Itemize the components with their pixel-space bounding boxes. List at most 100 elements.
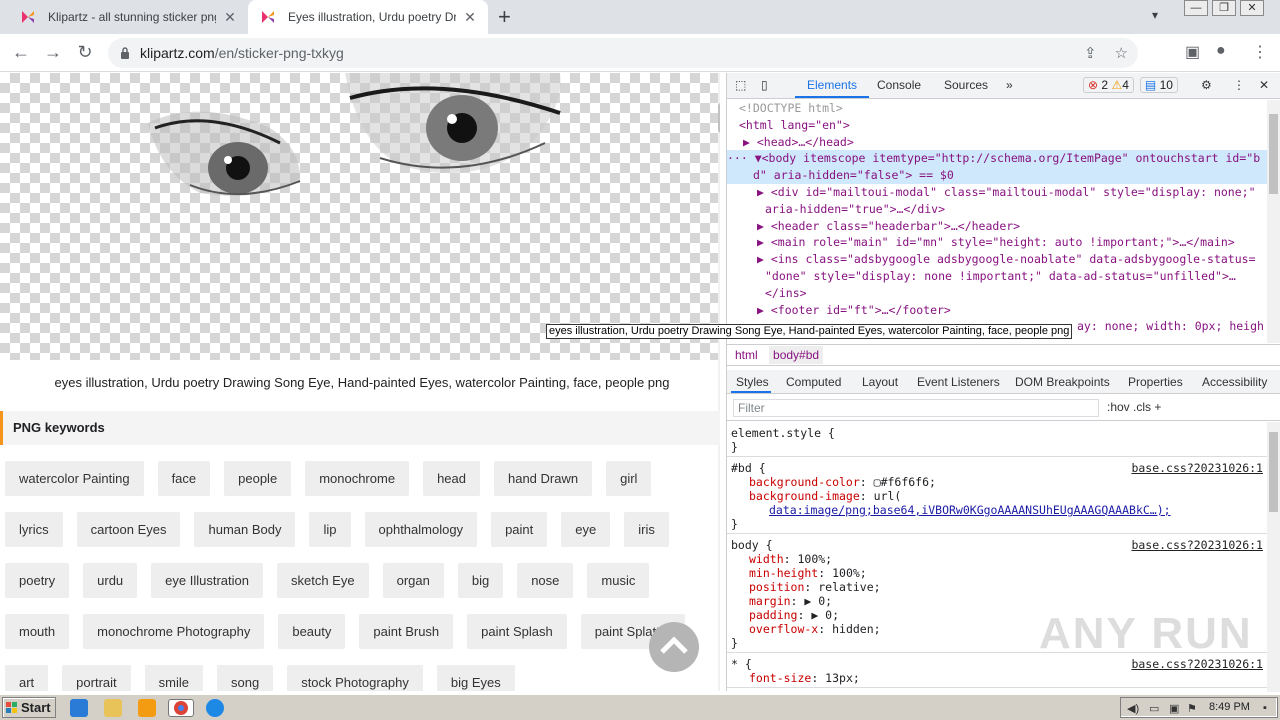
keyword-tag[interactable]: portrait <box>62 665 131 691</box>
network-icon[interactable]: ▭ <box>1149 702 1159 715</box>
dom-node-line[interactable]: ▶ <footer id="ft">…</footer> <box>727 302 1267 319</box>
css-rule[interactable]: element.style {} <box>727 422 1267 457</box>
tab-console[interactable]: Console <box>877 78 921 92</box>
ie-icon[interactable] <box>70 699 88 717</box>
error-warning-badge[interactable]: ⊗ 2 ⚠4 <box>1083 77 1134 93</box>
keyword-tag[interactable]: watercolor Painting <box>5 461 144 496</box>
dom-node-line[interactable]: <html lang="en"> <box>727 117 1267 134</box>
css-rule[interactable]: #bd {base.css?20231026:1 background-color… <box>727 457 1267 534</box>
browser-tab-1[interactable]: Klipartz - all stunning sticker png ima … <box>8 0 248 34</box>
browser-menu-icon[interactable]: ⋮ <box>1252 42 1268 62</box>
keyword-tag[interactable]: poetry <box>5 563 70 598</box>
styles-filter-input[interactable]: Filter <box>733 399 1099 417</box>
keyword-tag[interactable]: human Body <box>194 512 296 547</box>
close-tab-icon[interactable]: ✕ <box>222 9 238 26</box>
start-button[interactable]: Start <box>2 697 56 718</box>
keyword-tag[interactable]: song <box>216 665 274 691</box>
keyword-tag[interactable]: art <box>5 665 49 691</box>
css-property[interactable]: data:image/png;base64,iVBORw0KGgoAAAANSU… <box>731 503 1263 517</box>
keyword-tag[interactable]: mouth <box>5 614 70 649</box>
settings-gear-icon[interactable]: ⚙ <box>1201 78 1212 92</box>
dom-node-line[interactable]: d" aria-hidden="false"> == $0 <box>727 167 1267 184</box>
css-property[interactable]: background-image: url( <box>731 489 1263 503</box>
keyword-tag[interactable]: paint Brush <box>359 614 454 649</box>
maximize-icon[interactable]: ❐ <box>1212 0 1236 16</box>
keyword-tag[interactable]: eye Illustration <box>151 563 263 598</box>
media-player-icon[interactable] <box>138 699 156 717</box>
styles-scrollbar[interactable] <box>1267 422 1280 692</box>
tab-accessibility[interactable]: Accessibility <box>1202 375 1267 389</box>
address-bar[interactable]: klipartz.com/en/sticker-png-txkyg ⇪ ☆ <box>108 38 1138 68</box>
reload-icon[interactable]: ↻ <box>74 42 96 63</box>
issue-counters[interactable]: ⊗ 2 ⚠4 ▤ 10 <box>1083 77 1178 93</box>
bookmark-star-icon[interactable]: ☆ <box>1115 44 1128 62</box>
keyword-tag[interactable]: lyrics <box>5 512 63 547</box>
dom-node-line[interactable]: "done" style="display: none !important;"… <box>727 268 1267 285</box>
keyword-tag[interactable]: head <box>423 461 480 496</box>
devtools-menu-icon[interactable]: ⋮ <box>1233 78 1245 92</box>
keyword-tag[interactable]: sketch Eye <box>277 563 369 598</box>
breadcrumb-html[interactable]: html <box>735 348 758 362</box>
keyword-tag[interactable]: monochrome Photography <box>83 614 265 649</box>
css-property[interactable]: margin: ▶ 0; <box>731 594 1263 608</box>
keyword-tag[interactable]: hand Drawn <box>493 461 593 496</box>
tab-sources[interactable]: Sources <box>944 78 988 92</box>
tab-dom-breakpoints[interactable]: DOM Breakpoints <box>1015 375 1110 389</box>
keyword-tag[interactable]: organ <box>382 563 444 598</box>
browser-tab-2[interactable]: Eyes illustration, Urdu poetry Drawin ✕ <box>248 0 488 34</box>
tab-event-listeners[interactable]: Event Listeners <box>917 375 1000 389</box>
chrome-taskbar-icon[interactable] <box>168 699 194 717</box>
minimize-icon[interactable]: — <box>1184 0 1208 16</box>
new-tab-button[interactable]: + <box>498 5 511 29</box>
edge-icon[interactable] <box>206 699 224 717</box>
keyword-tag[interactable]: lip <box>309 512 351 547</box>
profile-avatar-icon[interactable]: ● <box>1216 42 1226 60</box>
tab-computed[interactable]: Computed <box>786 375 841 389</box>
tab-elements[interactable]: Elements <box>807 78 857 92</box>
messages-badge[interactable]: ▤ 10 <box>1139 77 1178 93</box>
css-property[interactable]: min-height: 100%; <box>731 566 1263 580</box>
keyword-tag[interactable]: cartoon Eyes <box>76 512 181 547</box>
volume-icon[interactable]: ◀) <box>1127 702 1139 715</box>
device-toolbar-icon[interactable]: ▯ <box>761 78 768 92</box>
dom-node-line[interactable]: aria-hidden="true">…</div> <box>727 201 1267 218</box>
more-tabs-icon[interactable]: » <box>1006 78 1013 92</box>
css-property[interactable]: position: relative; <box>731 580 1263 594</box>
keyword-tag[interactable]: nose <box>517 563 574 598</box>
keyword-tag[interactable]: paint Splash <box>467 614 567 649</box>
keyword-tag[interactable]: ophthalmology <box>364 512 478 547</box>
close-tab-icon[interactable]: ✕ <box>462 9 478 26</box>
inspect-element-icon[interactable]: ⬚ <box>735 78 746 92</box>
tab-properties[interactable]: Properties <box>1128 375 1183 389</box>
dom-node-line[interactable]: ··· ▼<body itemscope itemtype="http://sc… <box>727 150 1267 168</box>
close-devtools-icon[interactable]: ✕ <box>1259 78 1269 92</box>
keyword-tag[interactable]: monochrome <box>305 461 410 496</box>
keyword-tag[interactable]: big <box>457 563 504 598</box>
keyword-tag[interactable]: smile <box>144 665 203 691</box>
folder-icon[interactable] <box>104 699 122 717</box>
keyword-tag[interactable]: girl <box>606 461 652 496</box>
keyword-tag[interactable]: iris <box>624 512 669 547</box>
css-property[interactable]: width: 100%; <box>731 552 1263 566</box>
css-source-link[interactable]: base.css?20231026:1 <box>1131 461 1263 475</box>
tab-search-chevron-icon[interactable]: ▾ <box>1152 8 1158 22</box>
tab-layout[interactable]: Layout <box>862 375 898 389</box>
keyword-tag[interactable]: people <box>224 461 292 496</box>
flag-icon[interactable]: ⚑ <box>1187 702 1197 715</box>
keyword-tag[interactable]: big Eyes <box>436 665 515 691</box>
share-icon[interactable]: ⇪ <box>1084 44 1097 62</box>
dom-node-line[interactable]: ▶ <header class="headerbar">…</header> <box>727 218 1267 235</box>
keyword-tag[interactable]: eye <box>561 512 611 547</box>
keyword-tag[interactable]: face <box>157 461 211 496</box>
breadcrumb-body[interactable]: body#bd <box>769 346 824 364</box>
sticker-image[interactable] <box>0 73 718 360</box>
keyword-tag[interactable]: beauty <box>278 614 346 649</box>
keyword-tag[interactable]: paint <box>491 512 548 547</box>
back-icon[interactable]: ← <box>10 42 32 63</box>
elements-dom-tree[interactable]: <!DOCTYPE html> <html lang="en"> ▶ <head>…… <box>727 100 1267 343</box>
security-icon[interactable]: ▣ <box>1169 702 1179 715</box>
dom-node-line[interactable]: </ins> <box>727 285 1267 302</box>
dom-node-line[interactable]: ▶ <ins class="adsbygoogle adsbygoogle-no… <box>727 251 1267 268</box>
dom-node-line[interactable]: ▶ <main role="main" id="mn" style="heigh… <box>727 234 1267 251</box>
keyword-tag[interactable]: urdu <box>83 563 138 598</box>
